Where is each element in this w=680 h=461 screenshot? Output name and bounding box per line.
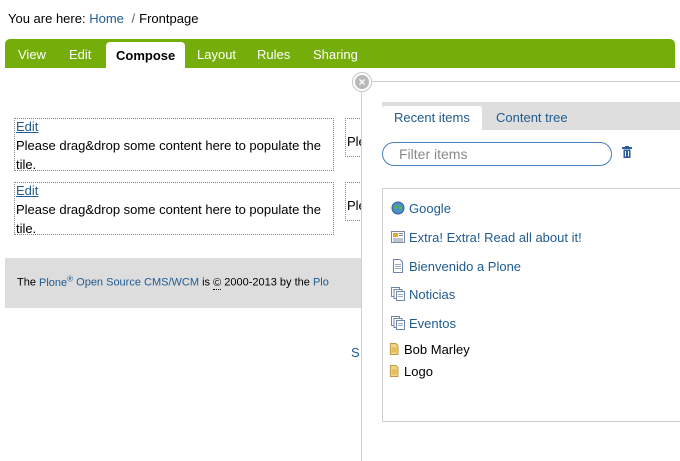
- breadcrumb-home-link[interactable]: Home: [89, 11, 124, 26]
- tab-compose[interactable]: Compose: [106, 42, 186, 68]
- content-browser-panel: Recent items Content tree Google: [361, 81, 680, 461]
- foundation-link[interactable]: Plo: [313, 277, 329, 289]
- breadcrumb-prefix: You are here:: [8, 11, 86, 26]
- footer-is: is: [202, 276, 211, 289]
- list-item[interactable]: Bienvenido a Plone: [391, 257, 521, 275]
- footer-years: 2000-2013 by the: [224, 276, 310, 289]
- plone-link[interactable]: Plone®: [39, 274, 74, 289]
- list-item[interactable]: Eventos: [391, 314, 456, 332]
- list-item[interactable]: Bob Marley: [389, 340, 470, 358]
- news-item-icon: [391, 231, 405, 243]
- trash-icon[interactable]: [622, 146, 632, 158]
- list-item[interactable]: Extra! Extra! Read all about it!: [391, 228, 582, 246]
- cms-link[interactable]: Open Source CMS/WCM: [76, 277, 199, 289]
- list-item-label: Extra! Extra! Read all about it!: [409, 229, 582, 245]
- tile[interactable]: Edit Please drag&drop some content here …: [14, 182, 334, 236]
- tab-layout[interactable]: Layout: [197, 39, 236, 68]
- globe-icon: [391, 201, 405, 215]
- list-item-label: Bob Marley: [404, 341, 470, 357]
- breadcrumb-current: Frontpage: [139, 11, 199, 26]
- document-icon: [393, 259, 403, 273]
- list-item[interactable]: Noticias: [391, 285, 455, 303]
- tab-sharing[interactable]: Sharing: [313, 39, 358, 68]
- close-x-icon: ×: [355, 75, 369, 89]
- list-item-label: Google: [409, 200, 451, 216]
- filter-items-input[interactable]: [382, 142, 612, 166]
- registered-mark: ®: [67, 274, 74, 283]
- stray-link[interactable]: S: [351, 345, 360, 360]
- tab-edit[interactable]: Edit: [69, 39, 91, 68]
- content-browser-tabs: Recent items Content tree: [382, 102, 680, 130]
- collection-icon: [391, 287, 405, 301]
- breadcrumb: You are here: Home / Frontpage: [8, 11, 198, 26]
- breadcrumb-separator: /: [131, 11, 136, 26]
- tile-edit-link[interactable]: Edit: [16, 183, 38, 198]
- copyright-mark: ©: [213, 276, 222, 290]
- close-icon[interactable]: ×: [352, 72, 372, 92]
- recent-items-list: Google Extra! Extra! Read all about it! …: [382, 188, 680, 422]
- list-item-label: Noticias: [409, 286, 456, 302]
- tile[interactable]: Edit Please drag&drop some content here …: [14, 118, 334, 172]
- tab-recent-items[interactable]: Recent items: [382, 106, 482, 130]
- tab-content-tree[interactable]: Content tree: [496, 106, 568, 130]
- footer-the: The: [17, 276, 36, 289]
- collection-icon: [391, 316, 405, 330]
- list-item-label: Logo: [404, 363, 433, 379]
- list-item-label: Bienvenido a Plone: [409, 258, 522, 274]
- tab-view[interactable]: View: [18, 39, 46, 68]
- image-icon: [389, 343, 399, 355]
- tab-rules[interactable]: Rules: [257, 39, 290, 68]
- list-item[interactable]: Logo: [389, 362, 433, 380]
- footer: The Plone® Open Source CMS/WCM is © 2000…: [5, 258, 362, 308]
- image-icon: [389, 365, 399, 377]
- list-item-label: Eventos: [409, 315, 456, 331]
- tile-edit-link[interactable]: Edit: [16, 119, 38, 134]
- tile-placeholder-text: Please drag&drop some content here to po…: [16, 202, 321, 236]
- edit-bar: View Edit Compose Layout Rules Sharing: [5, 39, 675, 68]
- footer-text: The Plone® Open Source CMS/WCM is © 2000…: [17, 274, 329, 290]
- plone-link-label: Plone: [39, 276, 68, 289]
- tile-placeholder-text: Please drag&drop some content here to po…: [16, 138, 321, 172]
- list-item[interactable]: Google: [391, 199, 451, 217]
